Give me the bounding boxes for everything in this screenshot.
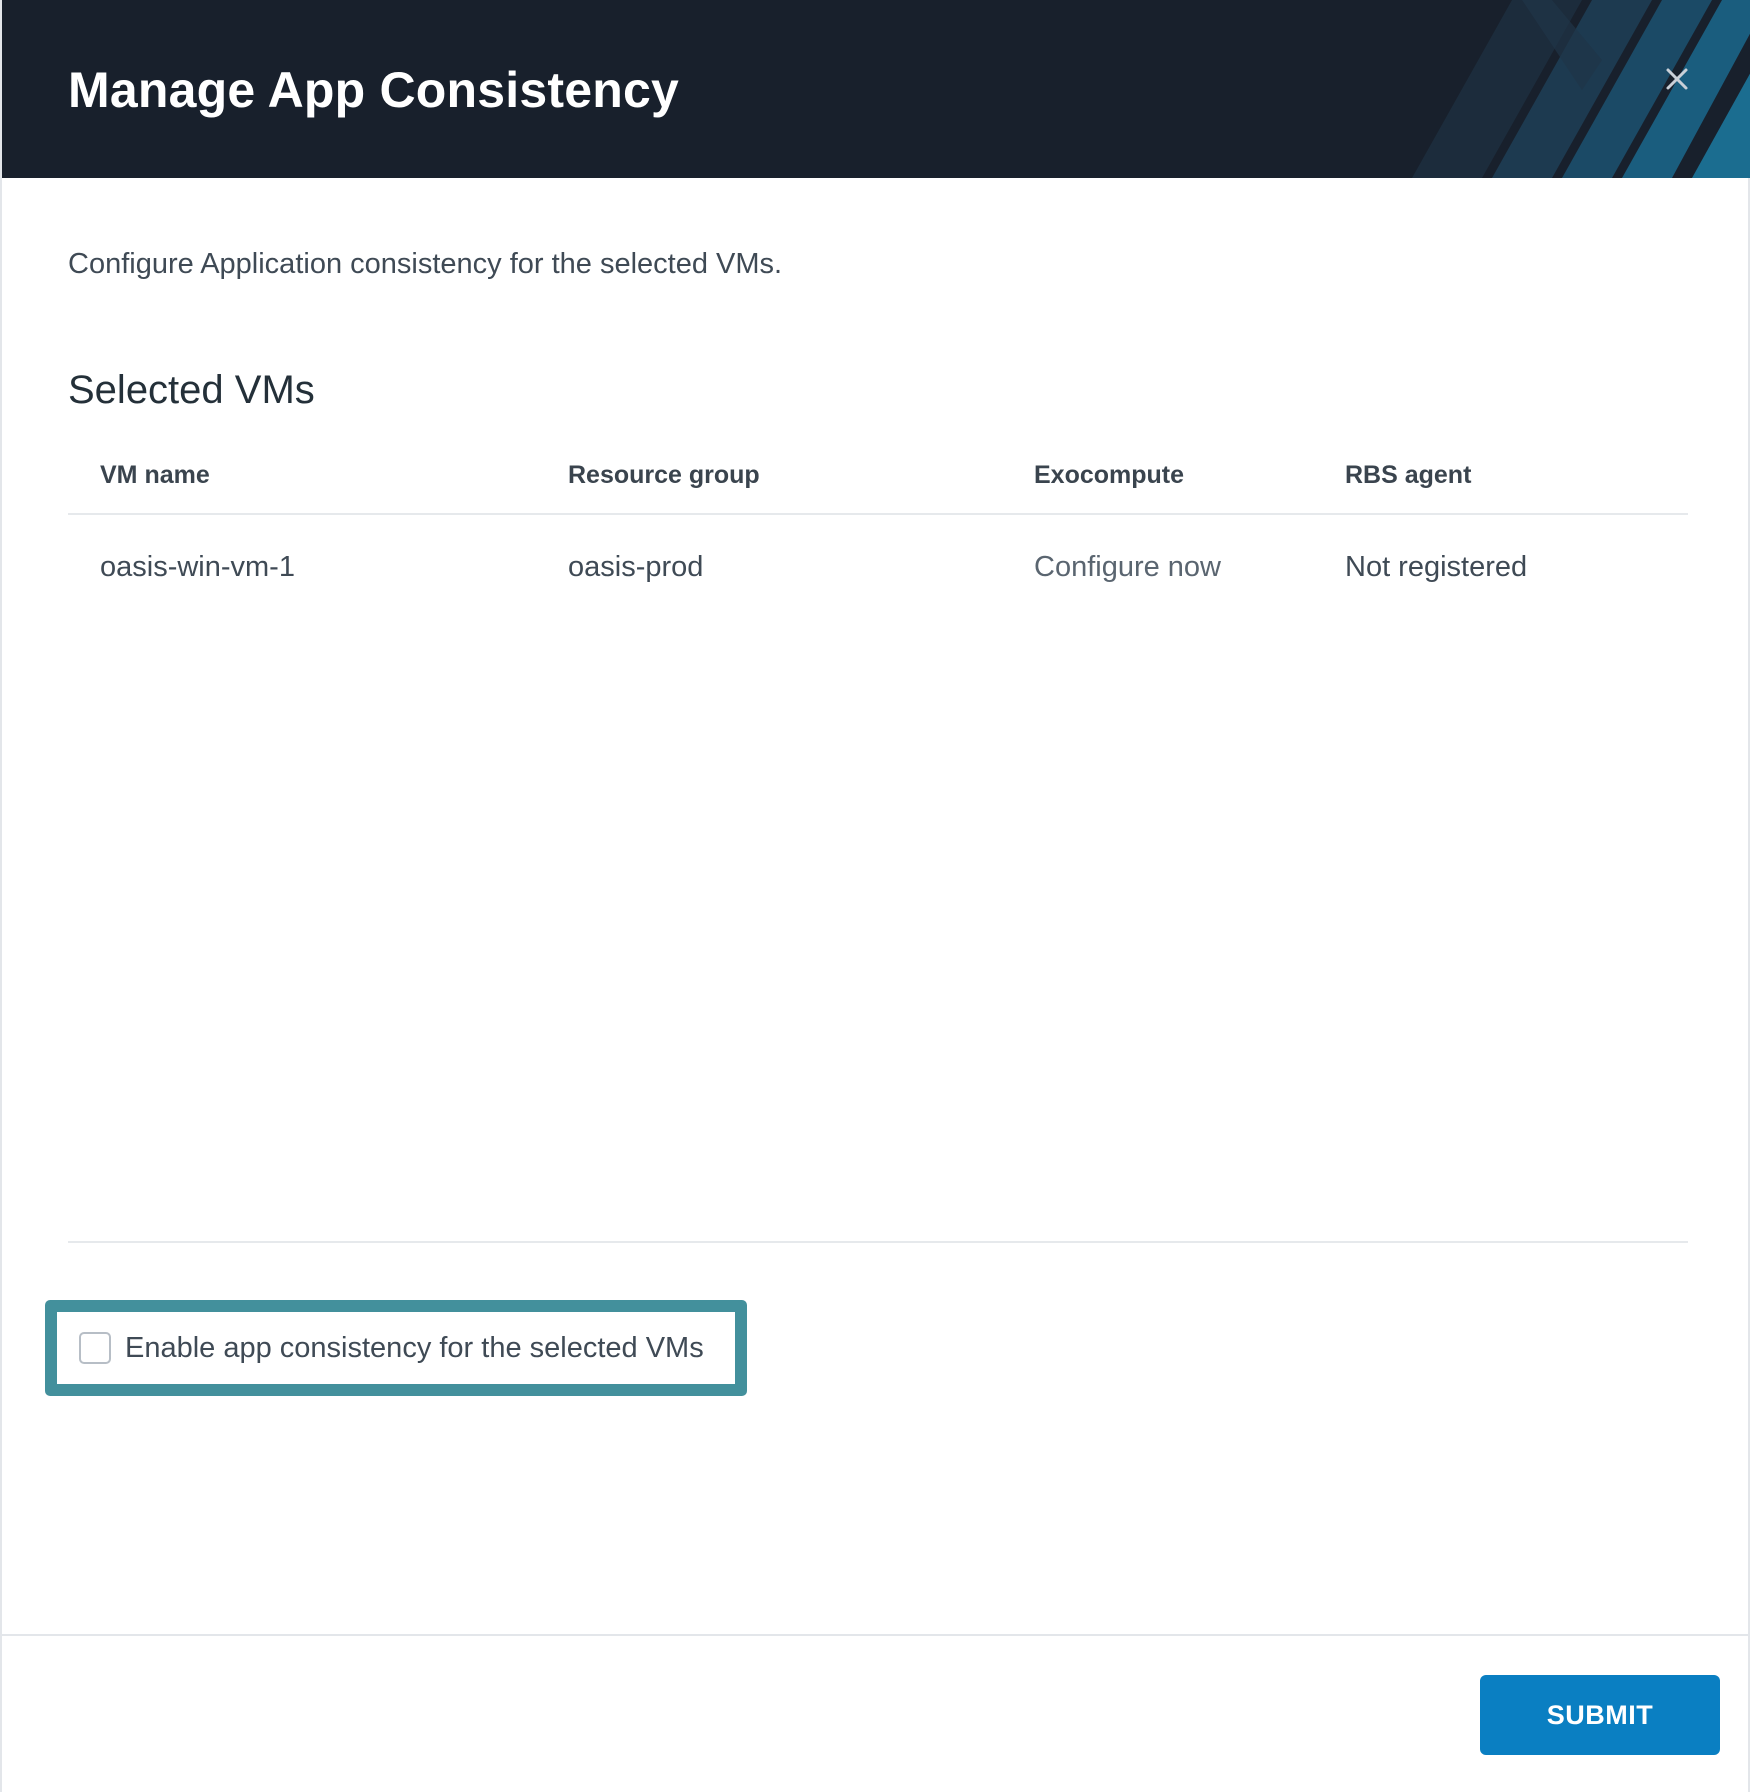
- selected-vms-table: VM name Resource group Exocompute RBS ag…: [68, 438, 1688, 619]
- column-header-rbs-agent[interactable]: RBS agent: [1345, 438, 1471, 513]
- column-header-resource-group[interactable]: Resource group: [568, 438, 760, 513]
- section-divider: [68, 1241, 1688, 1243]
- dialog-title: Manage App Consistency: [68, 62, 679, 118]
- dialog-header: Manage App Consistency: [2, 0, 1750, 178]
- enable-app-consistency-checkbox[interactable]: [79, 1332, 111, 1364]
- enable-app-consistency-label[interactable]: Enable app consistency for the selected …: [125, 1332, 704, 1365]
- vm-name-cell: oasis-win-vm-1: [100, 550, 295, 583]
- resource-group-cell: oasis-prod: [568, 550, 704, 583]
- column-header-exocompute[interactable]: Exocompute: [1034, 438, 1184, 513]
- submit-button[interactable]: SUBMIT: [1480, 1675, 1720, 1755]
- dialog-description: Configure Application consistency for th…: [68, 248, 783, 280]
- rbs-agent-status-cell: Not registered: [1345, 550, 1528, 583]
- footer-divider: [2, 1634, 1750, 1636]
- column-header-vm-name[interactable]: VM name: [100, 438, 210, 513]
- close-icon[interactable]: [1662, 64, 1692, 94]
- configure-now-link[interactable]: Configure now: [1034, 515, 1221, 619]
- enable-app-consistency-option[interactable]: Enable app consistency for the selected …: [45, 1300, 747, 1396]
- manage-app-consistency-dialog: Manage App Consistency Configure Applica…: [0, 0, 1750, 1792]
- table-row: oasis-win-vm-1 oasis-prod Configure now …: [68, 515, 1688, 619]
- selected-vms-heading: Selected VMs: [68, 368, 315, 412]
- table-header-row: VM name Resource group Exocompute RBS ag…: [68, 438, 1688, 515]
